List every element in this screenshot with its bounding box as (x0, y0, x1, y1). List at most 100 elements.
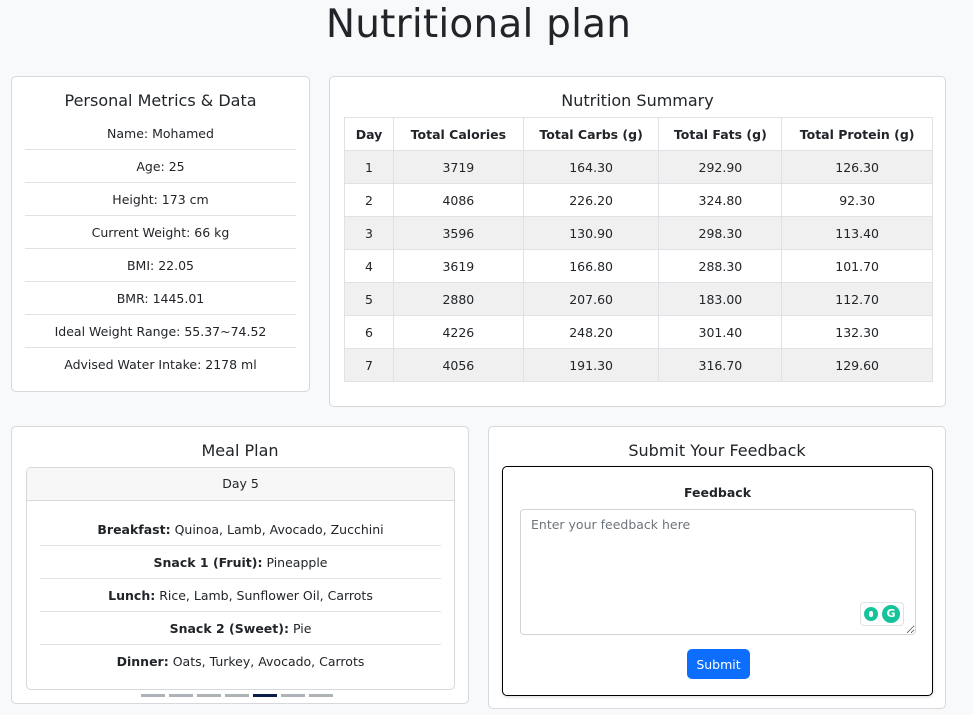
table-row: 6 4226 248.20 301.40 132.30 (344, 315, 933, 349)
header-day: Day (344, 117, 394, 151)
cell-calories: 3596 (392, 216, 524, 250)
cell-fats: 301.40 (658, 315, 783, 349)
meal-day-header: Day 5 (27, 468, 454, 501)
meal-breakfast: Breakfast: Quinoa, Lamb, Avocado, Zucchi… (40, 513, 441, 546)
meal-value: Oats, Turkey, Avocado, Carrots (172, 654, 365, 669)
cell-carbs: 248.20 (522, 315, 660, 349)
meal-label: Snack 2 (Sweet): (169, 621, 289, 636)
feedback-title: Submit Your Feedback (628, 441, 806, 460)
cell-carbs: 226.20 (522, 183, 660, 217)
header-protein: Total Protein (g) (781, 117, 933, 151)
carousel-indicator[interactable] (309, 694, 333, 697)
metric-bmr: BMR: 1445.01 (25, 282, 296, 315)
cell-fats: 316.70 (658, 348, 783, 382)
cell-carbs: 207.60 (522, 282, 660, 316)
cell-carbs: 166.80 (522, 249, 660, 283)
page-title: Nutritional plan (325, 2, 632, 47)
carousel-indicators (141, 694, 333, 697)
carousel-indicator[interactable] (281, 694, 305, 697)
table-row: 5 2880 207.60 183.00 112.70 (344, 282, 933, 316)
meal-label: Dinner: (116, 654, 169, 669)
carousel-indicator[interactable] (253, 694, 277, 697)
meal-value: Pie (292, 621, 312, 636)
meal-list: Breakfast: Quinoa, Lamb, Avocado, Zucchi… (40, 513, 441, 678)
meal-value: Quinoa, Lamb, Avocado, Zucchini (174, 522, 384, 537)
cell-fats: 183.00 (658, 282, 783, 316)
cell-protein: 126.30 (781, 150, 933, 184)
cell-carbs: 164.30 (522, 150, 660, 184)
cell-calories: 4086 (392, 183, 524, 217)
table-row: 7 4056 191.30 316.70 129.60 (344, 348, 933, 382)
table-header-row: Day Total Calories Total Carbs (g) Total… (344, 117, 933, 151)
metric-age: Age: 25 (25, 150, 296, 183)
cell-protein: 113.40 (781, 216, 933, 250)
meal-label: Snack 1 (Fruit): (153, 555, 263, 570)
meal-plan-card: Meal Plan Day 5 Breakfast: Quinoa, Lamb,… (11, 426, 469, 704)
carousel-indicator[interactable] (169, 694, 193, 697)
cell-day: 6 (344, 315, 394, 349)
cell-calories: 2880 (392, 282, 524, 316)
meal-snack-2: Snack 2 (Sweet): Pie (40, 612, 441, 645)
metric-bmi: BMI: 22.05 (25, 249, 296, 282)
cell-protein: 112.70 (781, 282, 933, 316)
feedback-card: Submit Your Feedback Feedback G Submit (488, 426, 946, 709)
lightbulb-icon[interactable] (864, 607, 878, 621)
cell-protein: 132.30 (781, 315, 933, 349)
metric-water-intake: Advised Water Intake: 2178 ml (64, 357, 257, 372)
submit-button[interactable]: Submit (687, 649, 750, 679)
carousel-indicator[interactable] (225, 694, 249, 697)
meal-value: Pineapple (266, 555, 328, 570)
metrics-list: Name: Mohamed Age: 25 Height: 173 cm Cur… (25, 117, 296, 381)
cell-day: 7 (344, 348, 394, 382)
table-row: 3 3596 130.90 298.30 113.40 (344, 216, 933, 250)
meal-label: Lunch: (108, 588, 156, 603)
cell-day: 3 (344, 216, 394, 250)
header-carbs: Total Carbs (g) (522, 117, 660, 151)
cell-protein: 129.60 (781, 348, 933, 382)
personal-metrics-card: Personal Metrics & Data Name: Mohamed Ag… (11, 76, 310, 392)
cell-day: 2 (344, 183, 394, 217)
metric-ideal-weight: Ideal Weight Range: 55.37~74.52 (25, 315, 296, 348)
meal-lunch: Lunch: Rice, Lamb, Sunflower Oil, Carrot… (40, 579, 441, 612)
nutrition-summary-table: Day Total Calories Total Carbs (g) Total… (344, 117, 933, 382)
header-fats: Total Fats (g) (658, 117, 783, 151)
table-row: 2 4086 226.20 324.80 92.30 (344, 183, 933, 217)
nutrition-summary-card: Nutrition Summary Day Total Calories Tot… (329, 76, 946, 407)
carousel-indicator[interactable] (141, 694, 165, 697)
metric-weight: Current Weight: 66 kg (25, 216, 296, 249)
metrics-title: Personal Metrics & Data (64, 91, 257, 110)
feedback-label: Feedback (683, 485, 752, 500)
meal-dinner: Dinner: Oats, Turkey, Avocado, Carrots (40, 645, 441, 678)
cell-calories: 4226 (392, 315, 524, 349)
cell-carbs: 130.90 (522, 216, 660, 250)
cell-protein: 101.70 (781, 249, 933, 283)
cell-day: 5 (344, 282, 394, 316)
table-row: 1 3719 164.30 292.90 126.30 (344, 150, 933, 184)
grammarly-widget[interactable]: G (860, 602, 904, 626)
summary-title: Nutrition Summary (561, 91, 714, 110)
cell-carbs: 191.30 (522, 348, 660, 382)
carousel-indicator[interactable] (197, 694, 221, 697)
cell-fats: 288.30 (658, 249, 783, 283)
cell-calories: 4056 (392, 348, 524, 382)
cell-protein: 92.30 (781, 183, 933, 217)
cell-day: 1 (344, 150, 394, 184)
metric-height: Height: 173 cm (25, 183, 296, 216)
meal-snack-1: Snack 1 (Fruit): Pineapple (40, 546, 441, 579)
header-calories: Total Calories (392, 117, 524, 151)
cell-calories: 3619 (392, 249, 524, 283)
meal-value: Rice, Lamb, Sunflower Oil, Carrots (159, 588, 373, 603)
meal-label: Breakfast: (97, 522, 171, 537)
cell-calories: 3719 (392, 150, 524, 184)
meal-plan-title: Meal Plan (201, 441, 279, 460)
feedback-form: Feedback G Submit (502, 466, 933, 696)
metric-name: Name: Mohamed (25, 117, 296, 150)
cell-day: 4 (344, 249, 394, 283)
cell-fats: 292.90 (658, 150, 783, 184)
cell-fats: 324.80 (658, 183, 783, 217)
meal-plan-carousel-item: Day 5 Breakfast: Quinoa, Lamb, Avocado, … (26, 467, 455, 690)
grammarly-icon[interactable]: G (882, 605, 900, 623)
feedback-textarea[interactable] (520, 509, 916, 635)
cell-fats: 298.30 (658, 216, 783, 250)
table-row: 4 3619 166.80 288.30 101.70 (344, 249, 933, 283)
